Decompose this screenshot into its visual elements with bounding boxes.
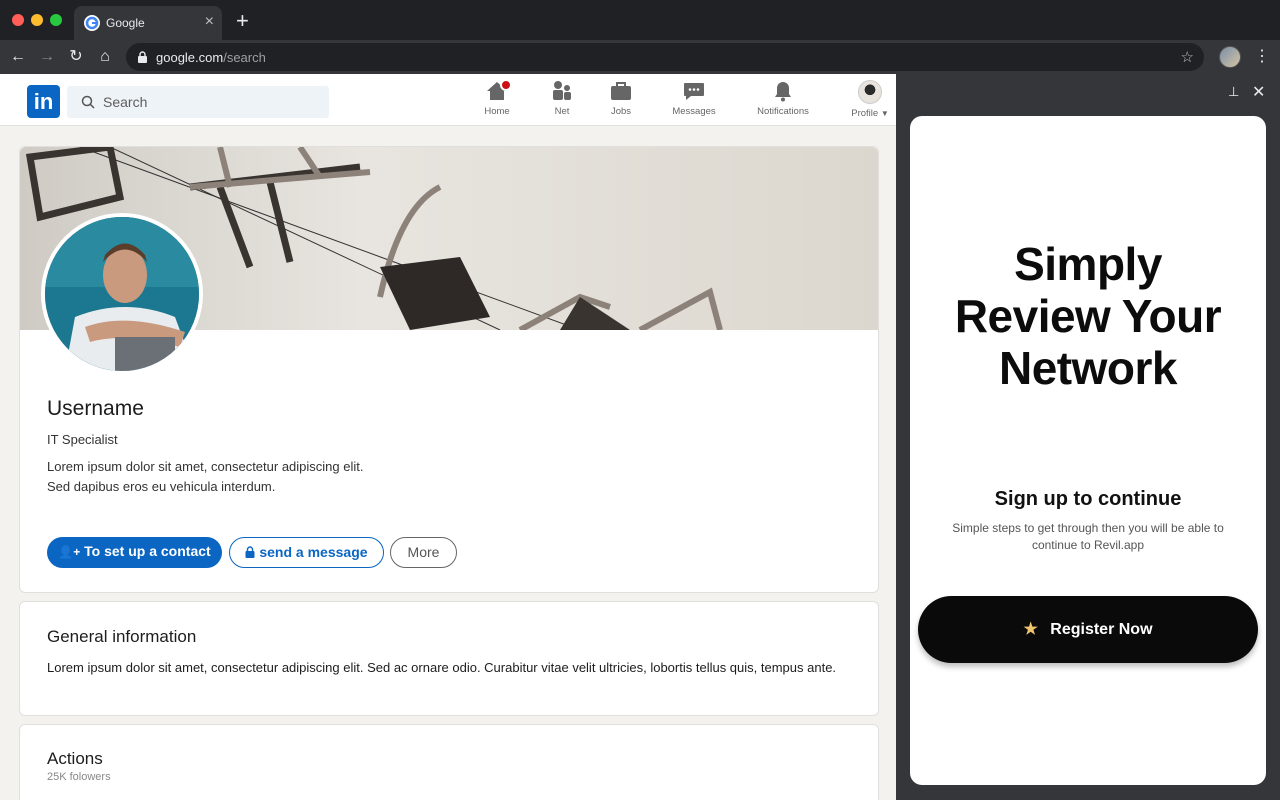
send-message-button[interactable]: send a message bbox=[229, 537, 384, 568]
linkedin-logo[interactable]: in bbox=[27, 85, 60, 118]
nav-profile-label: Profile ▼ bbox=[851, 108, 889, 119]
lock-icon bbox=[138, 51, 147, 63]
chevron-down-icon: ▼ bbox=[880, 109, 889, 118]
nav-messages[interactable]: Messages bbox=[668, 80, 720, 117]
browser-menu-icon[interactable]: ⋮ bbox=[1254, 46, 1270, 66]
signup-title: Sign up to continue bbox=[994, 488, 1182, 510]
profile-headline: IT Specialist bbox=[47, 432, 118, 447]
nav-jobs[interactable]: Jobs bbox=[606, 80, 636, 117]
search-placeholder: Search bbox=[103, 94, 148, 110]
signup-description: Simple steps to get through then you wil… bbox=[952, 521, 1224, 552]
new-tab-button[interactable]: + bbox=[236, 8, 249, 34]
promo-card: Simply Review Your Network Sign up to co… bbox=[910, 116, 1266, 785]
side-panel: ⊥ ✕ Simply Review Your Network Sign up t… bbox=[896, 74, 1280, 800]
add-contact-button[interactable]: 👤+ To set up a contact bbox=[47, 537, 222, 568]
nav-network[interactable]: Net bbox=[548, 80, 576, 117]
promo-title: Simply Review Your Network bbox=[954, 238, 1222, 394]
register-now-button[interactable]: ★ Register Now bbox=[918, 596, 1258, 663]
profile-photo[interactable] bbox=[41, 213, 203, 375]
followers-count: 25K folowers bbox=[47, 771, 111, 783]
nav-home[interactable]: Home bbox=[482, 79, 512, 117]
nav-home-label: Home bbox=[484, 106, 510, 117]
close-icon[interactable]: ✕ bbox=[1252, 82, 1265, 102]
profile-username: Username bbox=[47, 397, 144, 420]
briefcase-icon bbox=[611, 82, 631, 100]
nav-messages-label: Messages bbox=[672, 106, 716, 117]
actions-title: Actions bbox=[47, 749, 103, 768]
browser-profile-avatar[interactable] bbox=[1219, 46, 1241, 68]
reload-icon[interactable]: ↻ bbox=[65, 46, 87, 68]
general-info-title: General information bbox=[47, 627, 197, 646]
back-icon[interactable]: ← bbox=[7, 46, 29, 68]
add-person-icon: 👤+ bbox=[58, 545, 81, 559]
linkedin-header: in Search Home Net Jobs Messages Notific… bbox=[0, 74, 896, 126]
maximize-window-button[interactable] bbox=[50, 14, 62, 26]
address-bar[interactable]: google.com/search ☆ bbox=[126, 43, 1204, 71]
actions-card: Actions 25K folowers bbox=[19, 724, 879, 800]
nav-notifications-label: Notifications bbox=[757, 106, 809, 117]
linkedin-page: in Search Home Net Jobs Messages Notific… bbox=[0, 74, 896, 800]
url-text: google.com/search bbox=[156, 50, 266, 65]
nav-jobs-label: Jobs bbox=[610, 106, 632, 117]
bell-icon bbox=[775, 82, 791, 102]
home-icon[interactable]: ⌂ bbox=[94, 46, 116, 68]
profile-bio-line: Sed dapibus eros eu vehicula interdum. bbox=[47, 479, 276, 494]
forward-icon[interactable]: → bbox=[36, 46, 58, 68]
lock-icon bbox=[245, 546, 255, 558]
avatar bbox=[858, 80, 882, 104]
messages-icon bbox=[684, 83, 704, 100]
nav-profile[interactable]: Profile ▼ bbox=[848, 80, 892, 119]
tab-title: Google bbox=[106, 16, 145, 30]
profile-bio-line: Lorem ipsum dolor sit amet, consectetur … bbox=[47, 459, 364, 474]
minimize-window-button[interactable] bbox=[31, 14, 43, 26]
search-icon bbox=[81, 95, 95, 109]
more-button[interactable]: More bbox=[390, 537, 457, 568]
close-window-button[interactable] bbox=[12, 14, 24, 26]
nav-network-label: Net bbox=[554, 106, 570, 117]
tab-close-icon[interactable]: × bbox=[205, 12, 214, 32]
general-info-card: General information Lorem ipsum dolor si… bbox=[19, 601, 879, 716]
browser-toolbar: ← → ↻ ⌂ google.com/search ☆ bbox=[0, 40, 1280, 74]
star-person-icon: ★ bbox=[1023, 621, 1038, 638]
tab-bar: Google × + bbox=[0, 0, 1280, 40]
general-info-text: Lorem ipsum dolor sit amet, consectetur … bbox=[47, 660, 837, 675]
notification-badge bbox=[500, 79, 512, 91]
nav-notifications[interactable]: Notifications bbox=[754, 80, 812, 117]
browser-tab[interactable]: Google × bbox=[74, 6, 222, 40]
search-input[interactable]: Search bbox=[67, 86, 329, 118]
profile-card: Username IT Specialist Lorem ipsum dolor… bbox=[19, 146, 879, 593]
pin-icon[interactable]: ⊥ bbox=[1228, 84, 1239, 100]
google-favicon-icon bbox=[84, 15, 100, 31]
network-icon bbox=[553, 81, 571, 100]
bookmark-star-icon[interactable]: ☆ bbox=[1181, 48, 1194, 66]
